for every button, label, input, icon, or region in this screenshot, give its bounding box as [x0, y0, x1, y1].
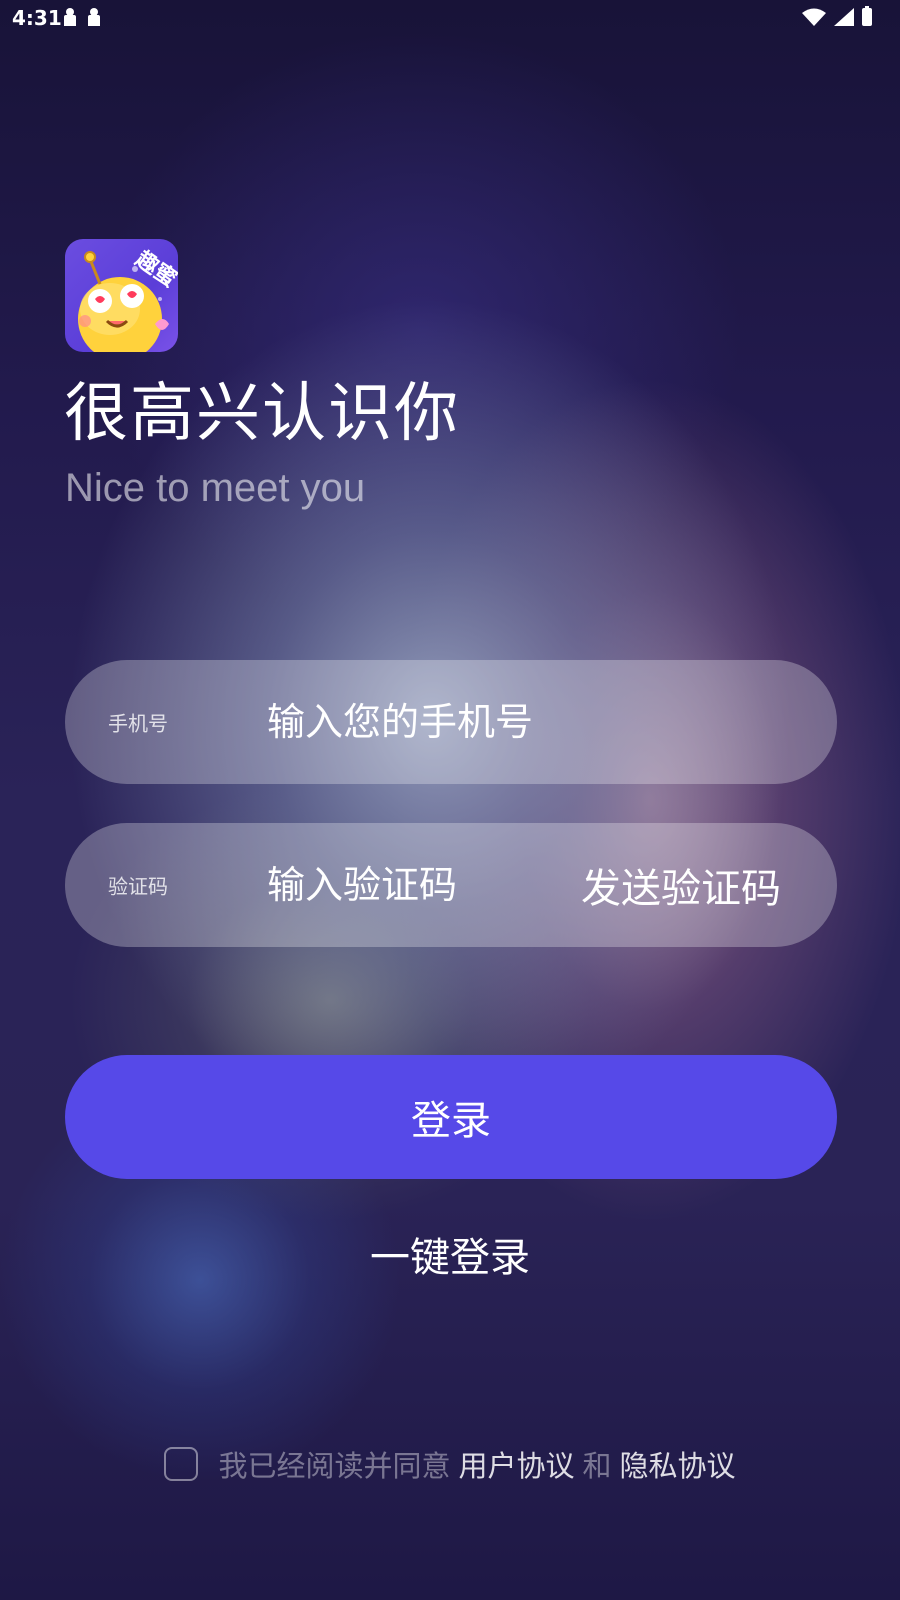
user-agreement-link[interactable]: 用户协议 [458, 1443, 574, 1485]
app-logo-icon: 趣蜜 [65, 239, 178, 352]
agreement-checkbox[interactable] [164, 1447, 199, 1481]
phone-field-label: 手机号 [108, 711, 168, 736]
signal-icon [834, 8, 854, 26]
battery-charging-icon [862, 6, 872, 26]
code-field[interactable]: 验证码 发送验证码 [65, 823, 837, 947]
notification-icon [88, 8, 100, 26]
phone-field[interactable]: 手机号 [65, 660, 837, 784]
agreement-prefix: 我已经阅读并同意 [218, 1449, 451, 1483]
code-field-label: 验证码 [108, 874, 168, 899]
status-right-icons [802, 6, 872, 26]
status-bar: 4:31 [0, 0, 900, 38]
agreement-row: 我已经阅读并同意 用户协议 和 隐私协议 [0, 1443, 900, 1485]
page-subtitle: Nice to meet you [65, 466, 366, 510]
status-left-icons [64, 8, 100, 26]
wifi-icon [802, 8, 826, 26]
send-code-button[interactable]: 发送验证码 [581, 856, 781, 914]
page-title: 很高兴认识你 [64, 377, 460, 451]
phone-input[interactable] [265, 699, 599, 745]
notification-icon [64, 8, 76, 26]
privacy-agreement-link[interactable]: 隐私协议 [620, 1443, 736, 1485]
one-click-login-button[interactable]: 一键登录 [0, 1225, 900, 1283]
status-time: 4:31 [12, 6, 62, 30]
agreement-conjunction: 和 [582, 1449, 612, 1483]
login-button[interactable]: 登录 [65, 1055, 837, 1179]
verification-code-input[interactable] [265, 862, 599, 908]
